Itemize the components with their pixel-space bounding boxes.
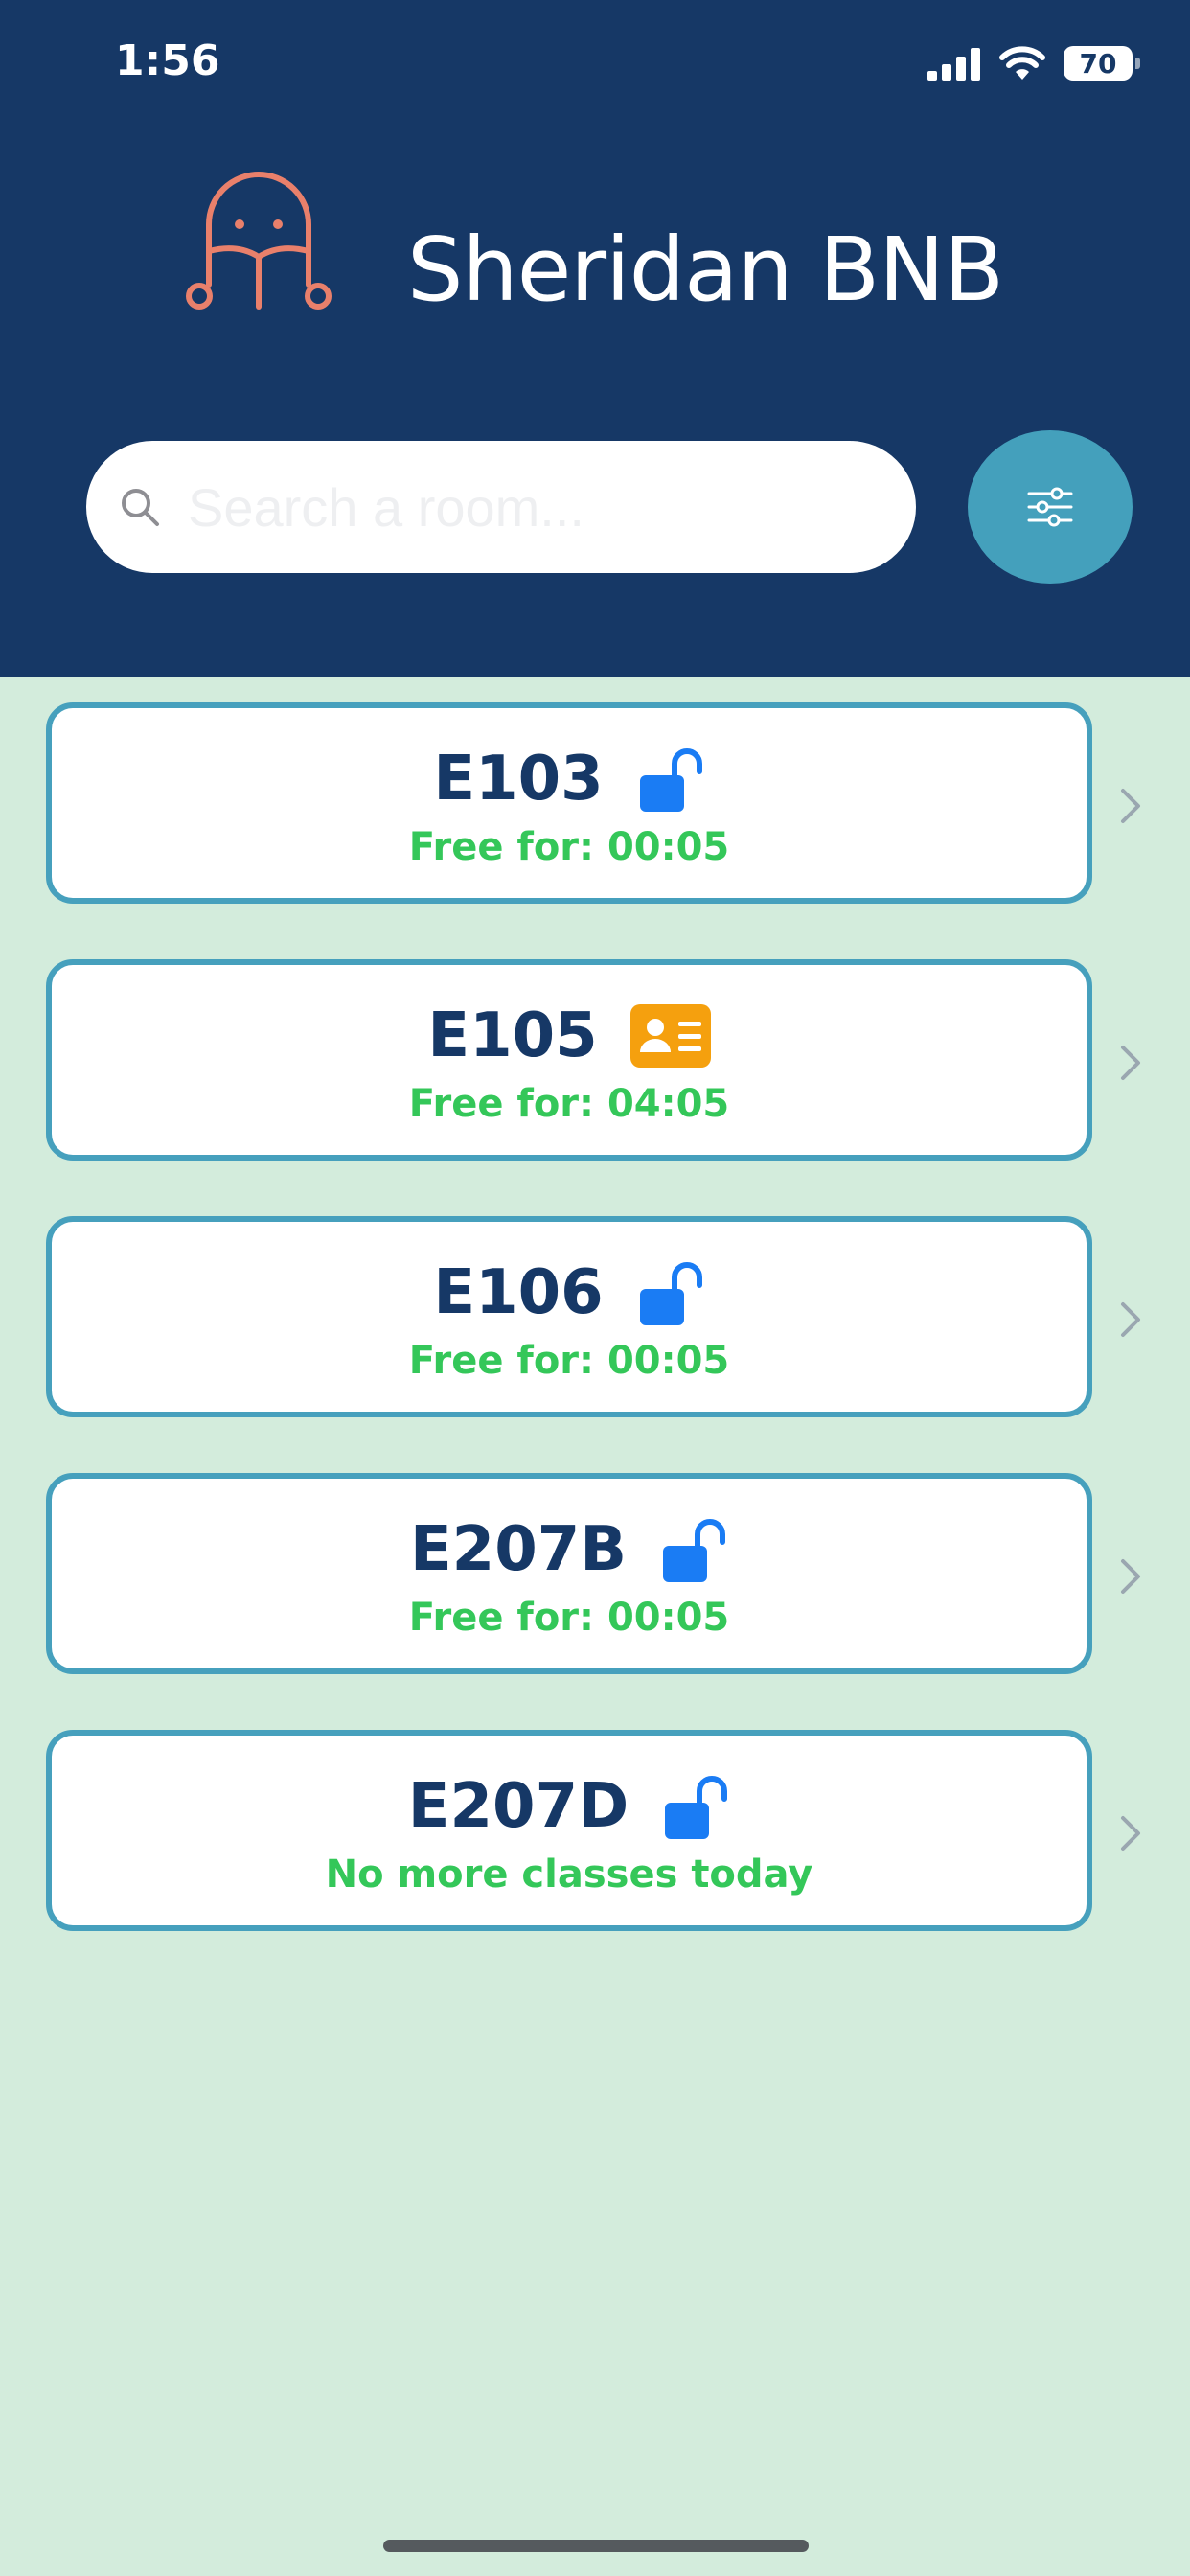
unlock-icon (665, 1776, 728, 1839)
unlock-icon (639, 748, 702, 812)
battery-icon: 70 (1064, 46, 1140, 80)
signal-icon (927, 48, 980, 80)
availability-text: Free for: 00:05 (408, 1339, 730, 1383)
room-card[interactable]: E207B Free for: 00:05 (46, 1473, 1092, 1674)
room-name: E103 (433, 744, 604, 815)
chevron-right-icon (1121, 1046, 1140, 1080)
room-row[interactable]: E207D No more classes today (0, 1730, 1190, 1987)
unlock-icon (639, 1262, 702, 1325)
home-indicator[interactable] (383, 2540, 809, 2552)
room-row[interactable]: E103 Free for: 00:05 (0, 702, 1190, 959)
availability-text: Free for: 04:05 (408, 1082, 730, 1126)
room-card[interactable]: E103 Free for: 00:05 (46, 702, 1092, 904)
room-row[interactable]: E105 Free for: 04:05 (0, 959, 1190, 1216)
app-title: Sheridan BNB (407, 218, 1004, 321)
chevron-right-icon (1121, 1302, 1140, 1337)
sliders-icon (1027, 487, 1073, 527)
room-name: E207D (407, 1771, 629, 1842)
id-card-icon (629, 1004, 711, 1068)
availability-text: Free for: 00:05 (408, 1596, 730, 1640)
search-input[interactable] (186, 474, 860, 540)
wifi-icon (999, 46, 1045, 80)
room-card[interactable]: E106 Free for: 00:05 (46, 1216, 1092, 1417)
room-row[interactable]: E207B Free for: 00:05 (0, 1473, 1190, 1730)
status-time: 1:56 (115, 36, 220, 85)
room-name: E106 (433, 1257, 604, 1328)
reader-logo-icon (186, 172, 332, 310)
room-row[interactable]: E106 Free for: 00:05 (0, 1216, 1190, 1473)
chevron-right-icon (1121, 789, 1140, 823)
search-icon (122, 489, 159, 526)
status-icons: 70 (927, 40, 1140, 86)
availability-text: No more classes today (325, 1852, 813, 1897)
unlock-icon (663, 1519, 726, 1582)
availability-text: Free for: 00:05 (408, 825, 730, 869)
filter-button[interactable] (968, 430, 1133, 584)
room-name: E207B (409, 1514, 628, 1585)
chevron-right-icon (1121, 1559, 1140, 1594)
room-card[interactable]: E105 Free for: 04:05 (46, 959, 1092, 1161)
app-header: 1:56 70 Sheridan BNB (0, 0, 1190, 677)
room-list: E103 Free for: 00:05 E105 Free for: 04:0… (0, 702, 1190, 1987)
room-card[interactable]: E207D No more classes today (46, 1730, 1092, 1931)
chevron-right-icon (1121, 1816, 1140, 1851)
room-name: E105 (427, 1000, 598, 1071)
search-bar[interactable] (86, 441, 916, 573)
